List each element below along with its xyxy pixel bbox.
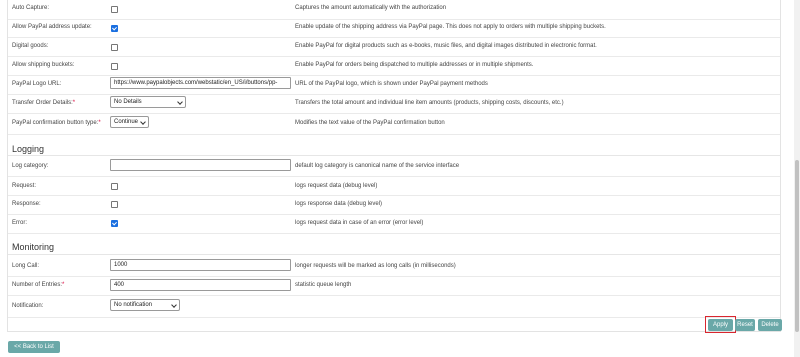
log-error-label: Error: (12, 220, 27, 226)
required-marker: * (98, 120, 101, 126)
log-category-row: Log category: default log category is ca… (8, 156, 780, 177)
auto-capture-checkbox[interactable] (111, 6, 118, 13)
transfer-order-row: Transfer Order Details:* No Details Tran… (8, 94, 780, 114)
log-request-description: logs request data (debug level) (295, 183, 378, 189)
notification-select[interactable]: No notification (110, 299, 180, 311)
back-to-list-button[interactable]: << Back to List (8, 341, 60, 353)
shipping-buckets-checkbox[interactable] (111, 63, 118, 70)
monitoring-title: Monitoring (12, 242, 55, 252)
notification-label: Notification: (12, 303, 44, 309)
logo-url-description: URL of the PayPal logo, which is shown u… (295, 81, 488, 87)
log-response-checkbox[interactable] (111, 201, 118, 208)
shipping-buckets-label: Allow shipping buckets: (12, 62, 75, 68)
log-request-row: Request: logs request data (debug level) (8, 176, 780, 196)
address-update-checkbox[interactable] (111, 25, 118, 32)
chevron-down-icon (177, 99, 183, 105)
auto-capture-label: Auto Capture: (12, 5, 50, 11)
required-marker: * (62, 282, 65, 288)
chevron-down-icon (140, 119, 146, 125)
shipping-buckets-description: Enable PayPal for orders being dispatche… (295, 62, 534, 68)
auto-capture-description: Captures the amount automatically with t… (295, 5, 447, 11)
logo-url-input[interactable]: https://www.paypalobjects.com/webstatic/… (110, 77, 291, 89)
log-response-row: Response: logs response data (debug leve… (8, 195, 780, 215)
scrollbar[interactable] (794, 0, 800, 357)
long-call-input[interactable]: 1000 (110, 259, 291, 271)
divider (8, 254, 780, 255)
log-response-label: Response: (12, 201, 41, 207)
logo-url-row: PayPal Logo URL: https://www.paypalobjec… (8, 75, 780, 95)
digital-goods-row: Digital goods: Enable PayPal for digital… (8, 37, 780, 57)
entries-label: Number of Entries: (12, 282, 63, 288)
log-category-description: default log category is canonical name o… (295, 163, 460, 169)
log-error-checkbox[interactable] (111, 220, 118, 227)
transfer-order-description: Transfers the total amount and individua… (295, 100, 564, 106)
transfer-order-label-wrap: Transfer Order Details:* (12, 100, 75, 106)
address-update-description: Enable update of the shipping address vi… (295, 24, 606, 30)
required-marker: * (72, 100, 76, 106)
long-call-label: Long Call: (12, 263, 40, 269)
transfer-order-label: Transfer Order Details: (12, 100, 73, 106)
entries-description: statistic queue length (295, 282, 352, 288)
delete-button[interactable]: Delete (758, 319, 782, 331)
address-update-row: Allow PayPal address update: Enable upda… (8, 18, 780, 38)
entries-label-wrap: Number of Entries:* (12, 282, 64, 288)
log-category-label: Log category: (12, 163, 49, 169)
log-request-label: Request: (12, 183, 37, 189)
entries-row: Number of Entries:* 400 statistic queue … (8, 276, 780, 296)
log-response-description: logs response data (debug level) (295, 201, 383, 207)
shipping-buckets-row: Allow shipping buckets: Enable PayPal fo… (8, 56, 780, 76)
notification-value: No notification (114, 302, 153, 308)
digital-goods-checkbox[interactable] (111, 44, 118, 51)
settings-panel: Auto Capture: Captures the amount automa… (7, 0, 782, 333)
logging-title: Logging (12, 144, 45, 154)
confirmation-button-value: Continue (114, 119, 139, 125)
notification-row: Notification: No notification (8, 295, 780, 318)
log-error-description: logs request data in case of an error (e… (295, 220, 424, 226)
chevron-down-icon (171, 302, 177, 308)
long-call-description: longer requests will be marked as long c… (295, 263, 456, 269)
digital-goods-description: Enable PayPal for digital products such … (295, 43, 597, 49)
digital-goods-label: Digital goods: (12, 43, 49, 49)
confirmation-button-select[interactable]: Continue (110, 116, 149, 128)
log-error-row: Error: logs request data in case of an e… (8, 214, 780, 234)
auto-capture-row: Auto Capture: Captures the amount automa… (8, 0, 780, 20)
transfer-order-select[interactable]: No Details (110, 96, 186, 108)
confirmation-button-label: PayPal confirmation button type: (12, 120, 99, 126)
log-category-input[interactable] (110, 159, 291, 171)
address-update-label: Allow PayPal address update: (12, 24, 92, 30)
confirmation-button-label-wrap: PayPal confirmation button type:* (12, 120, 101, 126)
scrollbar-thumb[interactable] (795, 160, 799, 332)
transfer-order-value: No Details (114, 99, 142, 105)
apply-button[interactable]: Apply (708, 319, 733, 331)
log-request-checkbox[interactable] (111, 183, 118, 190)
entries-input[interactable]: 400 (110, 279, 291, 291)
reset-button[interactable]: Reset (735, 319, 755, 331)
confirmation-button-description: Modifies the text value of the PayPal co… (295, 120, 445, 126)
logo-url-label: PayPal Logo URL: (12, 81, 62, 87)
long-call-row: Long Call: 1000 longer requests will be … (8, 256, 780, 277)
confirmation-button-row: PayPal confirmation button type:* Contin… (8, 113, 780, 135)
